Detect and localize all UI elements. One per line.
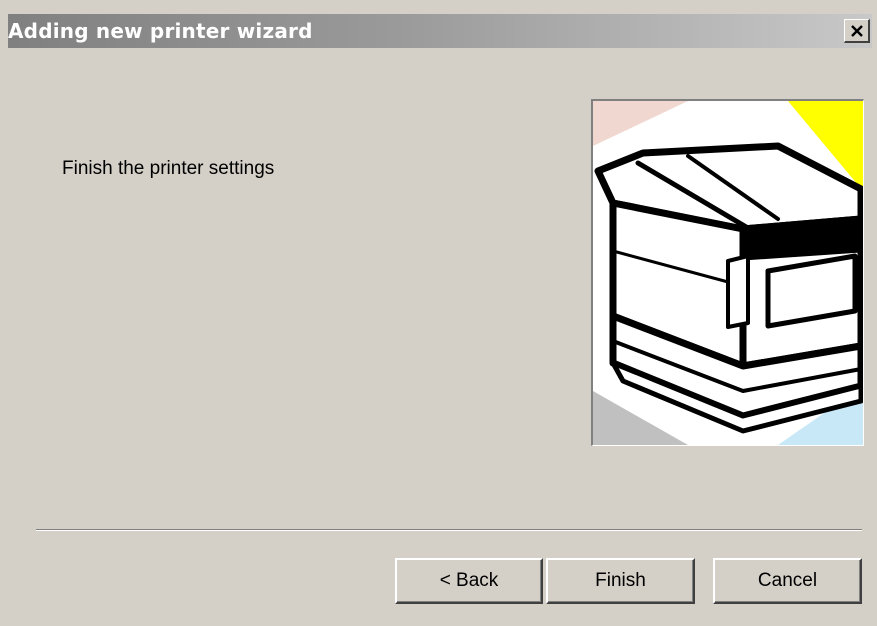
printer-icon	[593, 101, 863, 445]
printer-illustration	[591, 99, 864, 446]
close-button[interactable]	[844, 19, 870, 43]
title-bar[interactable]: Adding new printer wizard	[8, 14, 872, 48]
instruction-text: Finish the printer settings	[62, 158, 275, 179]
window-title: Adding new printer wizard	[8, 19, 313, 43]
separator-line	[36, 529, 862, 531]
wizard-dialog: Adding new printer wizard Finish the pri…	[0, 0, 877, 626]
cancel-button[interactable]: Cancel	[713, 558, 862, 604]
back-button[interactable]: < Back	[395, 558, 543, 604]
close-icon	[850, 24, 863, 37]
finish-button[interactable]: Finish	[546, 558, 695, 604]
